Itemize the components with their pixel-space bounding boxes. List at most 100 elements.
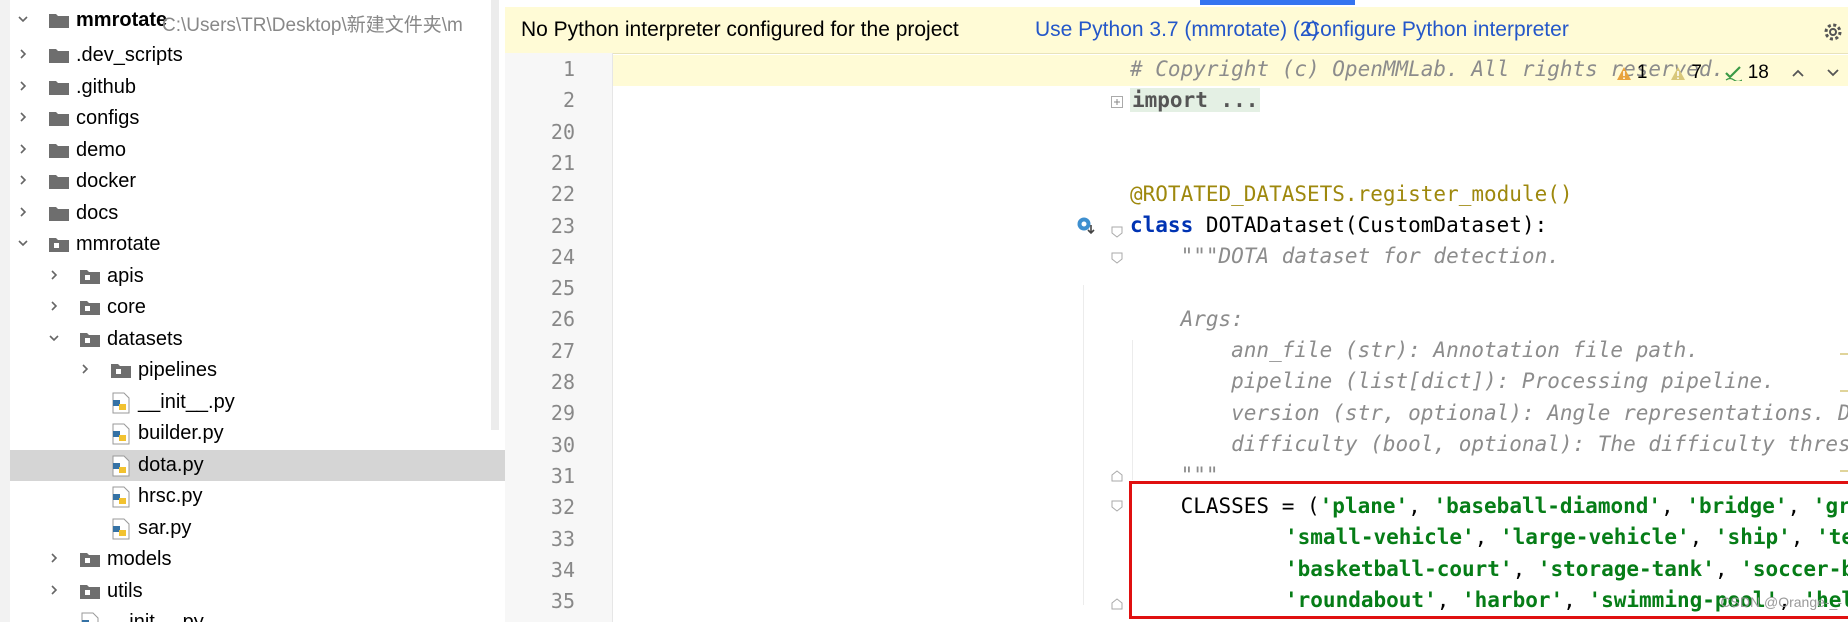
tree-item[interactable]: mmrotate <box>10 229 505 260</box>
folder-icon <box>49 14 69 28</box>
chevron-right-icon[interactable] <box>18 206 28 217</box>
typo-check-icon <box>1725 66 1743 83</box>
tree-root-mmrotate[interactable]: mmrotate C:\Users\TR\Desktop\新建文件夹\m <box>10 5 505 36</box>
tree-item-label: apis <box>107 264 144 287</box>
line-number[interactable]: 20 <box>505 120 575 144</box>
tree-item[interactable]: pipelines <box>10 355 505 386</box>
folder-icon <box>49 80 69 95</box>
chevron-right-icon[interactable] <box>49 269 59 280</box>
line-number[interactable]: 1 <box>505 57 575 81</box>
scroll-marker <box>1840 470 1848 472</box>
tree-item[interactable]: core <box>10 292 505 323</box>
folder-icon <box>49 206 69 221</box>
package-folder-icon <box>80 553 100 567</box>
line-number[interactable]: 28 <box>505 370 575 394</box>
line-number[interactable]: 29 <box>505 401 575 425</box>
chevron-right-icon[interactable] <box>18 112 28 122</box>
line-number[interactable]: 24 <box>505 245 575 269</box>
chevron-down-icon[interactable] <box>18 238 28 248</box>
inspection-widget[interactable]: 1 7 18 <box>1616 62 1840 88</box>
code-line-28: pipeline (list[dict]): Processing pipeli… <box>1130 369 1775 393</box>
ok-count: 18 <box>1747 62 1769 83</box>
folded-imports[interactable]: import ... <box>1130 88 1261 112</box>
python-file-icon <box>112 423 130 445</box>
line-number[interactable]: 25 <box>505 276 575 300</box>
line-number[interactable]: 35 <box>505 589 575 613</box>
tree-item[interactable]: sar.py <box>10 513 505 544</box>
tree-item[interactable]: .github <box>10 72 505 103</box>
tree-item-label: sar.py <box>138 516 192 539</box>
python-file-icon <box>112 486 130 508</box>
fold-end-icon[interactable] <box>1111 598 1123 610</box>
chevron-up-icon[interactable] <box>1791 68 1805 78</box>
tree-item[interactable]: docs <box>10 198 505 229</box>
code-editor[interactable]: No Python interpreter configured for the… <box>505 0 1848 622</box>
line-number[interactable]: 27 <box>505 339 575 363</box>
tree-item[interactable]: dota.py <box>10 449 505 481</box>
folder-icon <box>49 175 69 189</box>
fold-plus-icon[interactable] <box>1111 96 1123 108</box>
tree-item-label: .dev_scripts <box>76 44 183 66</box>
line-number[interactable]: 21 <box>505 151 575 175</box>
tree-item[interactable]: datasets <box>10 324 505 355</box>
tree-item[interactable]: builder.py <box>10 418 505 449</box>
watermark: CSDN @Orange-_- <box>1720 594 1842 610</box>
chevron-down-icon[interactable] <box>49 333 59 343</box>
line-number[interactable]: 30 <box>505 433 575 457</box>
tree-item-label: __init__.py <box>138 390 235 413</box>
tree-item-label: mmrotate <box>76 233 161 255</box>
line-number[interactable]: 33 <box>505 527 575 551</box>
tool-window-strip <box>0 0 10 622</box>
line-number[interactable]: 31 <box>505 464 575 488</box>
tree-item-label: builder.py <box>138 422 224 444</box>
chevron-down-icon[interactable] <box>1826 68 1840 78</box>
tree-item[interactable]: apis <box>10 261 505 292</box>
chevron-right-icon[interactable] <box>49 301 59 311</box>
tree-item[interactable]: demo <box>10 135 505 166</box>
fold-end-icon[interactable] <box>1111 470 1123 482</box>
tree-item[interactable]: hrsc.py <box>10 481 505 512</box>
tree-item-label: utils <box>107 579 143 602</box>
tree-item[interactable]: models <box>10 544 505 575</box>
tree-item[interactable]: __init__.py <box>10 607 505 622</box>
code-line-23: class DOTADataset(CustomDataset): <box>1130 213 1547 237</box>
chevron-right-icon[interactable] <box>18 49 28 59</box>
fold-minus-icon[interactable] <box>1111 252 1123 264</box>
chevron-right-icon[interactable] <box>18 175 28 185</box>
chevron-right-icon[interactable] <box>18 143 28 154</box>
tree-item-label: core <box>107 296 146 318</box>
override-method-icon[interactable] <box>1076 216 1096 236</box>
chevron-right-icon[interactable] <box>18 80 28 91</box>
chevron-right-icon[interactable] <box>80 364 90 374</box>
line-number[interactable]: 23 <box>505 214 575 238</box>
fold-minus-icon[interactable] <box>1111 226 1123 238</box>
line-number[interactable]: 32 <box>505 495 575 519</box>
tree-item[interactable]: docker <box>10 166 505 197</box>
chevron-right-icon[interactable] <box>49 553 59 563</box>
python-file-icon <box>81 612 99 622</box>
tree-item-label: demo <box>76 138 127 161</box>
tree-item[interactable]: utils <box>10 576 505 607</box>
tree-item-label: configs <box>76 107 140 129</box>
chevron-down-icon[interactable] <box>18 14 28 24</box>
tree-item[interactable]: configs <box>10 103 505 134</box>
chevron-right-icon[interactable] <box>49 584 59 595</box>
error-count: 1 <box>1636 62 1648 83</box>
python-file-icon <box>112 392 130 413</box>
tree-item-label: pipelines <box>138 359 217 381</box>
tree-scrollbar[interactable] <box>491 0 499 430</box>
line-number[interactable]: 26 <box>505 307 575 331</box>
tree-item[interactable]: __init__.py <box>10 387 505 418</box>
tree-item-label: __init__.py <box>107 611 204 622</box>
line-number[interactable]: 22 <box>505 182 575 206</box>
project-name: mmrotate <box>76 9 168 31</box>
line-number[interactable]: 2 <box>505 88 575 112</box>
warning-count: 7 <box>1691 62 1702 83</box>
tree-item-label: datasets <box>107 327 183 350</box>
package-folder-icon <box>111 364 131 378</box>
line-number[interactable]: 34 <box>505 558 575 582</box>
code-line-26: Args: <box>1130 307 1244 331</box>
tree-item[interactable]: .dev_scripts <box>10 40 505 71</box>
fold-minus-icon[interactable] <box>1111 500 1123 512</box>
tree-item-label: dota.py <box>138 453 204 476</box>
